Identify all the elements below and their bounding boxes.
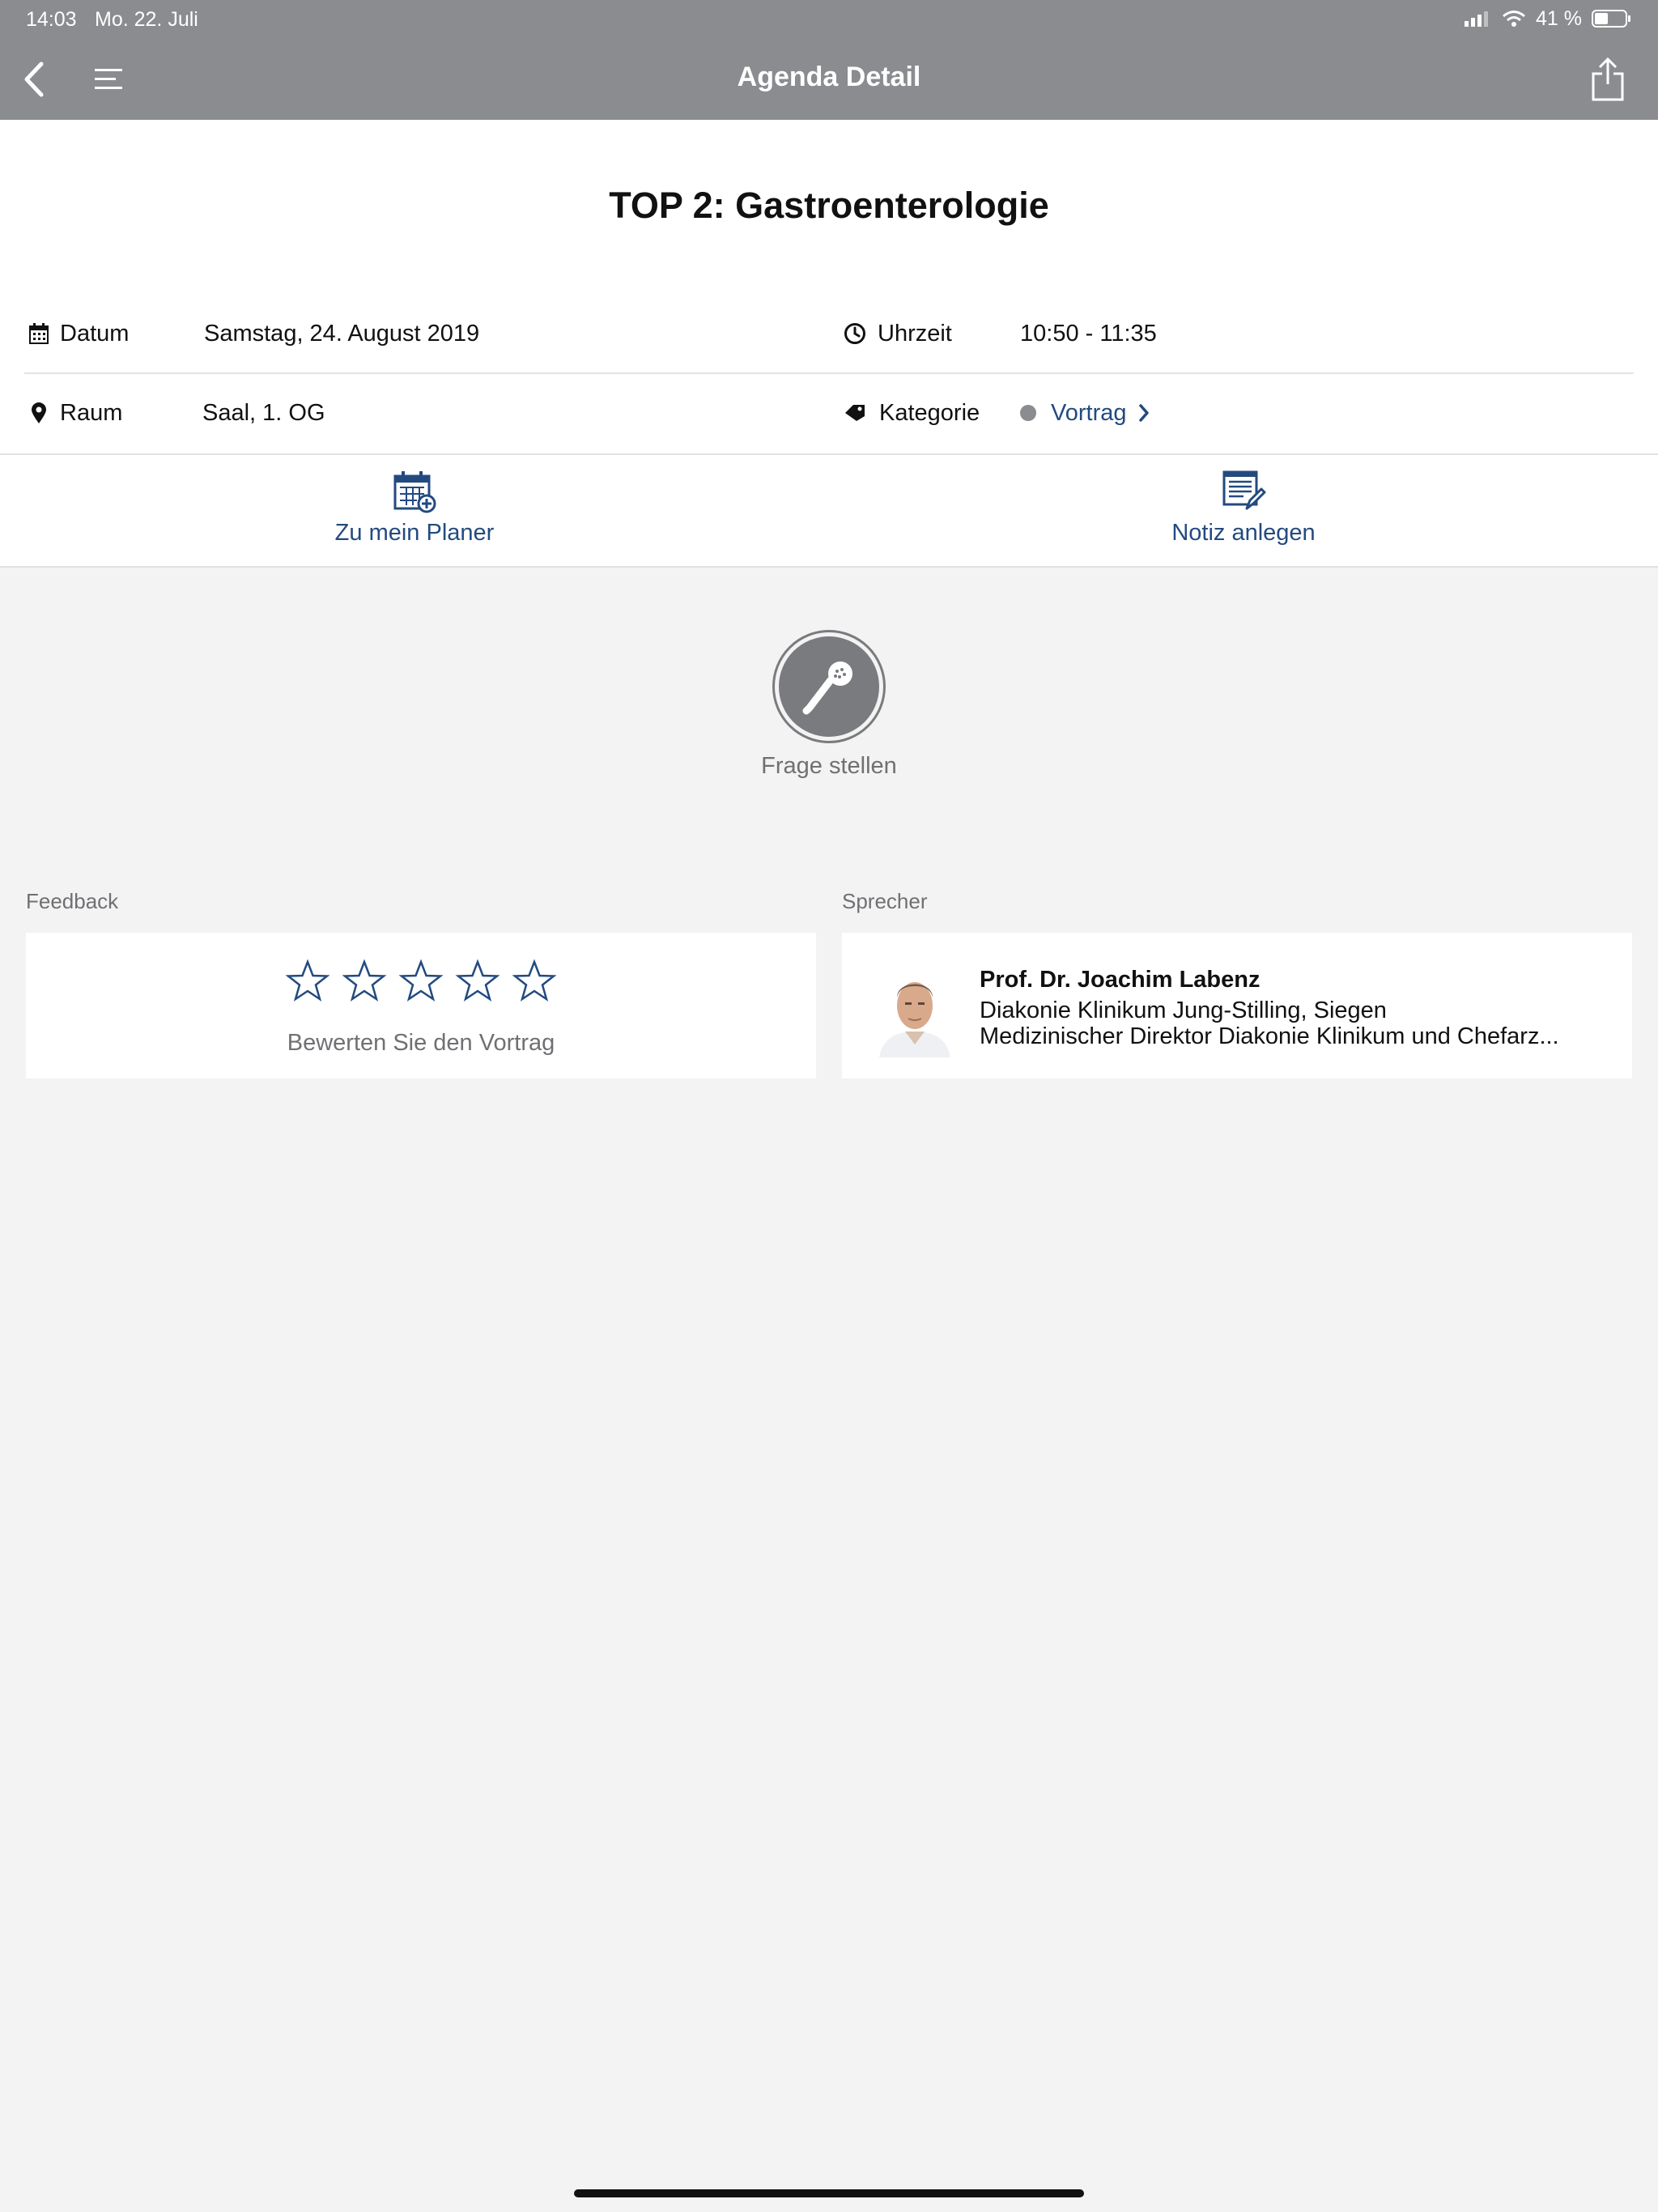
time-value: 10:50 - 11:35: [1020, 320, 1157, 347]
ask-question-label: Frage stellen: [761, 753, 897, 779]
category-link[interactable]: Vortrag: [1020, 374, 1151, 452]
category-dot: [1020, 405, 1036, 421]
time-label: Uhrzeit: [844, 295, 952, 372]
tag-icon: [845, 405, 865, 421]
add-to-planner-button[interactable]: Zu mein Planer: [293, 470, 536, 554]
calendar-add-icon: [393, 471, 436, 513]
status-indicators: 41 %: [1465, 6, 1632, 31]
microphone-icon: [802, 661, 852, 715]
feedback-card: Bewerten Sie den Vortrag: [26, 933, 816, 1078]
wifi-icon: [1503, 11, 1525, 27]
session-title: TOP 2: Gastroenterologie: [609, 185, 1049, 226]
star-icon-5[interactable]: [512, 959, 557, 1004]
date-label-text: Datum: [60, 320, 130, 347]
speaker-photo: [874, 960, 955, 1057]
divider: [0, 453, 1658, 455]
speaker-section-label: Sprecher: [842, 889, 928, 913]
info-row-room-category: Raum Saal, 1. OG Kategorie Vortrag: [24, 374, 1634, 453]
status-time: 14:03: [26, 8, 77, 31]
create-note-button[interactable]: Notiz anlegen: [1122, 470, 1365, 554]
speaker-affiliation: Diakonie Klinikum Jung-Stilling, Siegen: [980, 998, 1387, 1023]
star-icon-1[interactable]: [285, 959, 330, 1004]
info-row-date-time: Datum Samstag, 24. August 2019 Uhrzeit 1…: [24, 295, 1634, 374]
cellular-signal-icon: [1465, 11, 1489, 27]
date-label: Datum: [29, 295, 129, 372]
add-to-planner-label: Zu mein Planer: [334, 520, 495, 546]
chevron-right-icon: [1138, 404, 1149, 422]
share-icon: [1592, 57, 1624, 101]
date-value: Samstag, 24. August 2019: [204, 320, 480, 347]
clock-icon: [844, 323, 865, 344]
feedback-section-label: Feedback: [26, 889, 119, 913]
room-value: Saal, 1. OG: [202, 399, 325, 426]
ask-question-circle: [779, 636, 879, 737]
home-indicator: [574, 2189, 1084, 2197]
star-icon-4[interactable]: [455, 959, 500, 1004]
speaker-name: Prof. Dr. Joachim Labenz: [980, 967, 1261, 993]
ask-question-button[interactable]: [772, 630, 886, 743]
rating-prompt: Bewerten Sie den Vortrag: [287, 1030, 555, 1056]
app-header: 14:03 Mo. 22. Juli 41 % Agenda Detail: [0, 0, 1658, 120]
battery-percent: 41 %: [1536, 6, 1582, 30]
speaker-avatar: [874, 960, 955, 1057]
time-label-text: Uhrzeit: [878, 320, 952, 347]
category-label: Kategorie: [844, 374, 980, 452]
star-rating: [26, 959, 816, 1004]
battery-icon: [1592, 10, 1630, 28]
speaker-card[interactable]: Prof. Dr. Joachim Labenz Diakonie Klinik…: [842, 933, 1632, 1078]
speaker-role: Medizinischer Direktor Diakonie Klinikum…: [980, 1023, 1559, 1049]
note-edit-icon: [1222, 470, 1266, 510]
category-label-text: Kategorie: [879, 399, 980, 426]
calendar-icon: [29, 323, 49, 344]
status-date: Mo. 22. Juli: [95, 8, 198, 31]
room-label-text: Raum: [60, 399, 123, 426]
page-title: Agenda Detail: [737, 62, 921, 92]
category-value: Vortrag: [1051, 399, 1127, 426]
share-button[interactable]: [1584, 57, 1632, 102]
create-note-label: Notiz anlegen: [1171, 520, 1316, 546]
star-icon-2[interactable]: [342, 959, 387, 1004]
location-pin-icon: [32, 402, 46, 423]
star-icon-3[interactable]: [398, 959, 444, 1004]
room-label: Raum: [29, 374, 122, 452]
